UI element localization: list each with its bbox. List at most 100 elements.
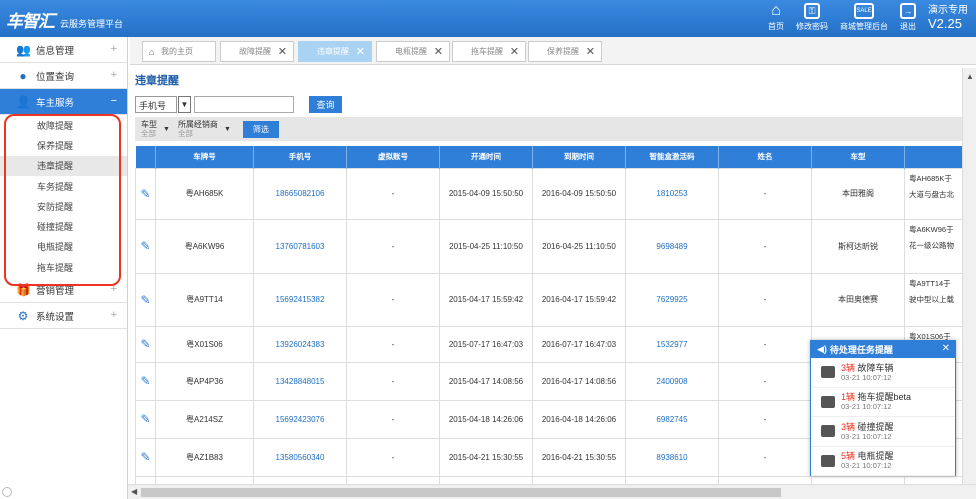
cell-phone[interactable]: 15989034015 — [253, 475, 347, 484]
close-icon[interactable]: ✕ — [586, 45, 595, 58]
cell-virtual: - — [346, 325, 440, 363]
close-icon[interactable]: ✕ — [434, 45, 443, 58]
cell-edit[interactable]: ✎ — [135, 437, 156, 477]
table-row: ✎ 粤A6KW96 13760781603-2015-04-25 11:10:50 2… — [135, 218, 962, 274]
notification-item[interactable]: 3辆 故障车辆 03-21 10:07:12 — [811, 358, 955, 388]
table-header: 车牌号 手机号 虚拟账号 开通时间 到期时间 智能盒激活码 姓名 车型 — [135, 146, 962, 168]
cell-code[interactable]: 9698489 — [625, 218, 719, 274]
sidebar-item-maintenance[interactable]: 保养提醒 — [0, 135, 127, 155]
scroll-thumb[interactable] — [141, 488, 781, 497]
notification-date: 03-21 10:07:12 — [841, 372, 892, 382]
cell-phone[interactable]: 18665082106 — [253, 167, 347, 220]
cell-code[interactable]: 1532977 — [625, 325, 719, 363]
sidebar-item-fault[interactable]: 故障提醒 — [0, 115, 127, 135]
violation-detail-line: 大道与盘古北 — [909, 189, 954, 199]
cell-code[interactable]: 1810253 — [625, 167, 719, 220]
top-bar: 车智汇 云服务管理平台 ⌂ 首页 ⚿ 修改密码 SALE 商城管理后台 → 退出… — [0, 0, 976, 37]
edit-icon[interactable]: ✎ — [140, 450, 150, 464]
tab-home[interactable]: ⌂ 我的主页 — [142, 41, 216, 62]
cell-open: 2015-04-18 14:26:06 — [439, 399, 533, 439]
notification-text: 1辆 拖车提醒beta 03-21 10:07:12 — [841, 392, 911, 411]
edit-icon[interactable]: ✎ — [140, 239, 150, 253]
cell-phone[interactable]: 13428848015 — [253, 361, 347, 401]
chevron-down-icon[interactable]: ▼ — [178, 95, 191, 113]
close-icon[interactable]: ✕ — [356, 45, 365, 58]
people-icon: 👥 — [16, 42, 31, 57]
cell-edit[interactable]: ✎ — [135, 325, 156, 363]
edit-icon[interactable]: ✎ — [140, 337, 150, 351]
sidebar-item-security[interactable]: 安防提醒 — [0, 196, 127, 216]
dropdown-arrow-icon[interactable]: ▼ — [224, 126, 231, 133]
violation-detail-line: 粤A9TT14于 — [909, 278, 951, 288]
menu-owner-service[interactable]: 👤 车主服务 − — [0, 89, 127, 115]
menu-info-management[interactable]: 👥 信息管理 + — [0, 37, 127, 63]
cell-code[interactable]: 2400908 — [625, 361, 719, 401]
cell-phone[interactable]: 13926024383 — [253, 325, 347, 363]
cell-phone[interactable]: 15692423076 — [253, 399, 347, 439]
menu-system-settings[interactable]: ⚙ 系统设置 + — [0, 303, 127, 330]
horizontal-scrollbar[interactable]: ◀ — [128, 484, 976, 499]
cell-edit[interactable]: ✎ — [135, 167, 156, 220]
cell-phone[interactable]: 13760781603 — [253, 218, 347, 274]
notification-item[interactable]: 3辆 碰撞提醒 03-21 10:07:12 — [811, 417, 955, 447]
mall-admin-button[interactable]: SALE 商城管理后台 — [840, 3, 888, 32]
dropdown-arrow-icon[interactable]: ▼ — [163, 126, 170, 133]
tab-maintenance[interactable]: 保养提醒 ✕ — [528, 41, 602, 62]
cell-edit[interactable]: ✎ — [135, 475, 156, 484]
cell-virtual: - — [346, 272, 440, 327]
user-version: 演示专用 V2.25 — [928, 4, 968, 30]
home-button[interactable]: ⌂ 首页 — [768, 3, 784, 32]
notification-count: 1辆 — [841, 392, 856, 403]
search-field-select[interactable]: 手机号 — [135, 95, 177, 113]
platform-name: 云服务管理平台 — [60, 19, 124, 29]
menu-marketing[interactable]: 🎁 营销管理 + — [0, 277, 127, 304]
cell-name: - — [718, 167, 812, 220]
logout-button[interactable]: → 退出 — [900, 3, 916, 32]
cell-phone[interactable]: 13580560340 — [253, 437, 347, 477]
scroll-up-icon[interactable]: ▲ — [966, 72, 974, 81]
edit-icon[interactable]: ✎ — [140, 187, 150, 201]
vertical-scrollbar[interactable]: ▲ — [962, 68, 976, 484]
sidebar-item-battery[interactable]: 电瓶提醒 — [0, 237, 127, 257]
tab-violation[interactable]: 违章提醒 ✕ — [298, 41, 372, 62]
notification-item[interactable]: 5辆 电瓶提醒 03-21 10:07:12 — [811, 447, 955, 476]
cell-edit[interactable]: ✎ — [135, 218, 156, 274]
cell-code[interactable]: 1777222 — [625, 475, 719, 484]
cell-edit[interactable]: ✎ — [135, 361, 156, 401]
edit-icon[interactable]: ✎ — [140, 293, 150, 307]
close-icon[interactable]: ✕ — [278, 45, 287, 58]
search-input[interactable] — [194, 95, 294, 113]
tab-tow[interactable]: 拖车提醒 ✕ — [452, 41, 526, 62]
cell-open: 2015-04-17 14:08:56 — [439, 361, 533, 401]
scroll-left-icon[interactable]: ◀ — [131, 487, 137, 496]
query-button[interactable]: 查询 — [309, 95, 342, 113]
edit-icon[interactable]: ✎ — [140, 374, 150, 388]
sidebar-item-car-affairs[interactable]: 车务提醒 — [0, 176, 127, 196]
filter-button[interactable]: 筛选 — [242, 120, 279, 138]
close-icon[interactable]: ✕ — [510, 45, 519, 58]
filter-dealer[interactable]: 所属经销商 全部 — [178, 120, 218, 138]
tab-battery[interactable]: 电瓶提醒 ✕ — [376, 41, 450, 62]
cell-edit[interactable]: ✎ — [135, 399, 156, 439]
cell-code[interactable]: 6982745 — [625, 399, 719, 439]
cell-addr — [904, 475, 962, 484]
cell-model: 本田奥德赛 — [811, 272, 905, 327]
cell-addr: 粤A9TT14于 驶中型以上载 — [904, 272, 962, 327]
column-header: 开通时间 — [439, 146, 533, 168]
notification-item[interactable]: 1辆 拖车提醒beta 03-21 10:07:12 — [811, 388, 955, 417]
close-icon[interactable]: ✕ — [942, 343, 950, 354]
menu-location-query[interactable]: ● 位置查询 + — [0, 63, 127, 89]
sidebar-item-tow[interactable]: 拖车提醒 — [0, 257, 127, 277]
cell-code[interactable]: 8938610 — [625, 437, 719, 477]
sidebar-item-violation[interactable]: 违章提醒 — [0, 155, 127, 176]
sidebar-item-collision[interactable]: 碰撞提醒 — [0, 216, 127, 236]
edit-icon[interactable]: ✎ — [140, 412, 150, 426]
cell-code[interactable]: 7629925 — [625, 272, 719, 327]
tab-fault[interactable]: 故障提醒 ✕ — [220, 41, 294, 62]
cell-phone[interactable]: 15692415382 — [253, 272, 347, 327]
change-password-button[interactable]: ⚿ 修改密码 — [796, 3, 828, 32]
cell-model: 本田凌派 — [811, 475, 905, 484]
cell-edit[interactable]: ✎ — [135, 272, 156, 327]
gear-icon: ⚙ — [17, 308, 29, 323]
filter-car-model[interactable]: 车型 全部 — [141, 120, 157, 138]
